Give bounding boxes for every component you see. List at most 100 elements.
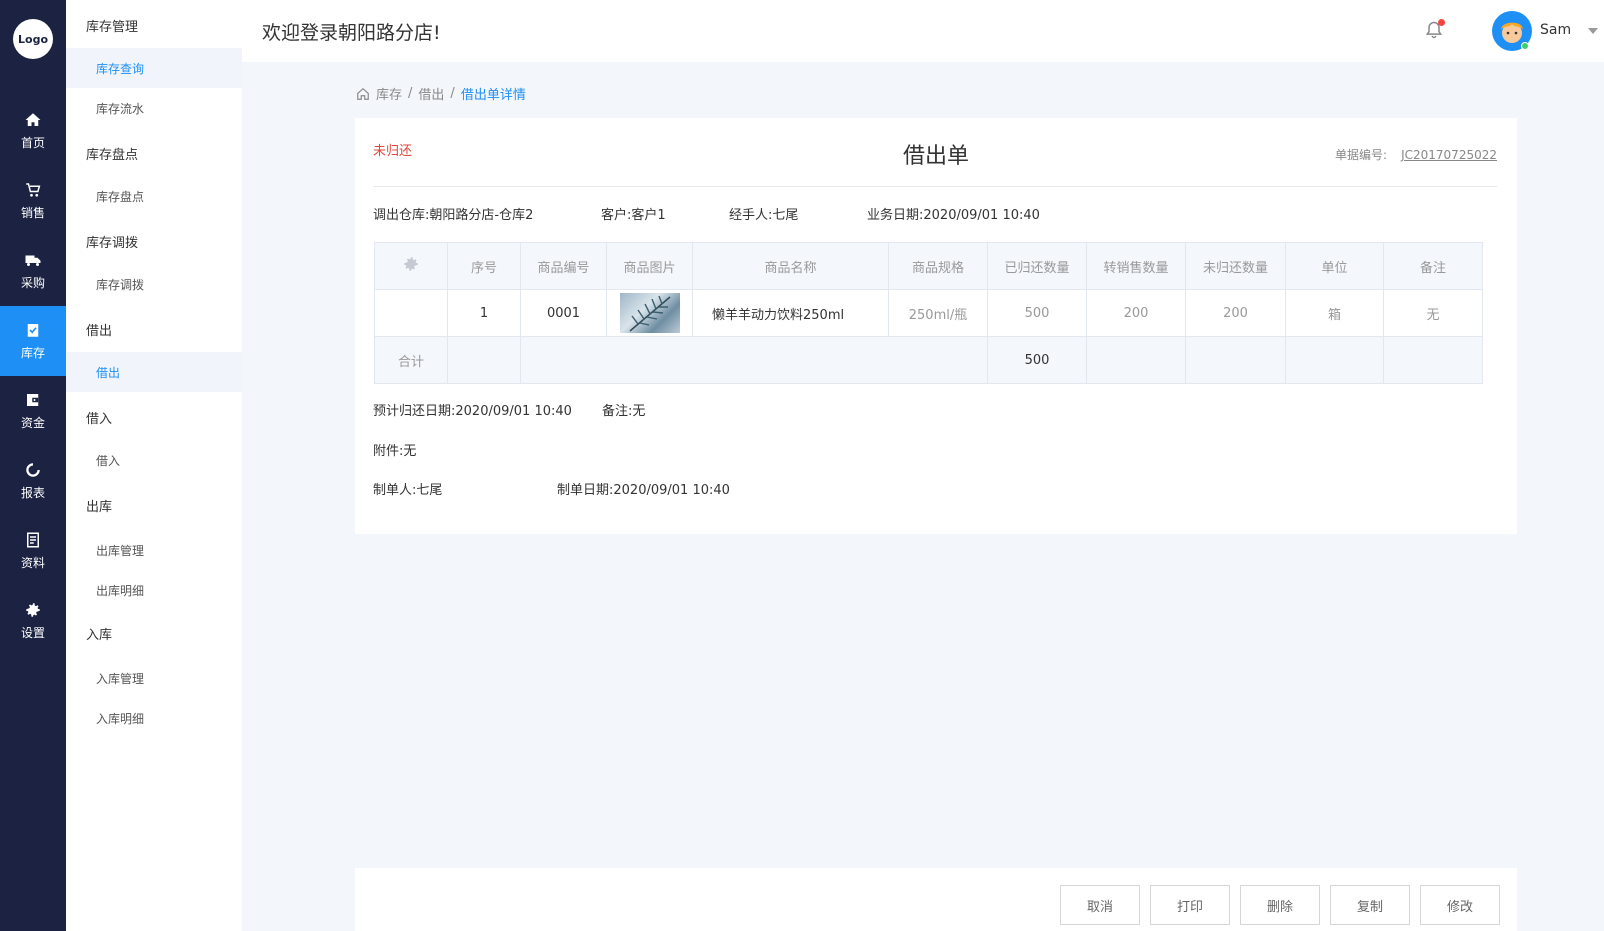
nav-label: 首页 bbox=[20, 136, 45, 150]
user-name[interactable]: Sam bbox=[1540, 22, 1571, 38]
cell-unreturned: 200 bbox=[1185, 289, 1286, 337]
nav-item-home[interactable]: 首页 bbox=[0, 96, 66, 166]
wallet-icon bbox=[27, 394, 39, 406]
column-header: 商品名称 bbox=[692, 242, 889, 290]
welcome-title: 欢迎登录朝阳路分店! bbox=[262, 22, 441, 44]
nav-item-purchase[interactable]: 采购 bbox=[0, 236, 66, 306]
breadcrumb-separator: / bbox=[450, 86, 455, 101]
top-bar: 欢迎登录朝阳路分店! Sam bbox=[242, 0, 1604, 62]
creator-field: 制单人:七尾 bbox=[373, 483, 443, 498]
column-header: 未归还数量 bbox=[1185, 242, 1286, 290]
nav-item-sales[interactable]: 销售 bbox=[0, 166, 66, 236]
table-header-row: 序号 商品编号 商品图片 商品名称 商品规格 已归还数量 转销售数量 未归还数量… bbox=[374, 242, 1483, 290]
breadcrumb: 库存 / 借出 / 借出单详情 bbox=[356, 84, 526, 103]
nav-item-inventory[interactable]: 库存 bbox=[0, 306, 66, 376]
cell-name: 懒羊羊动力饮料250ml bbox=[692, 289, 889, 337]
nav-label: 资金 bbox=[20, 416, 45, 430]
column-header: 商品编号 bbox=[520, 242, 607, 290]
action-bar: 取消 打印 删除 复制 修改 bbox=[355, 868, 1517, 931]
column-header: 转销售数量 bbox=[1086, 242, 1186, 290]
total-empty-cell bbox=[1185, 336, 1286, 384]
chart-ring-icon bbox=[26, 463, 40, 477]
nav-item-reports[interactable]: 报表 bbox=[0, 446, 66, 516]
submenu-item-inbound-manage[interactable]: 入库管理 bbox=[66, 658, 242, 698]
nav-label: 设置 bbox=[20, 626, 45, 640]
handler-field: 经手人:七尾 bbox=[729, 208, 799, 223]
submenu-group-title: 借出 bbox=[86, 324, 113, 339]
total-returned: 500 bbox=[987, 336, 1087, 384]
submenu-group-title: 借入 bbox=[86, 412, 113, 427]
nav-label: 库存 bbox=[20, 346, 45, 360]
expected-return-date: 预计归还日期:2020/09/01 10:40 bbox=[373, 404, 572, 419]
clipboard-check-icon bbox=[27, 324, 39, 337]
fern-leaf-image bbox=[629, 295, 670, 332]
home-outline-icon[interactable] bbox=[356, 87, 370, 101]
gear-icon bbox=[26, 603, 40, 617]
table-row: 1 0001 懒羊羊动力饮料250ml 250ml/瓶 500 200 200 … bbox=[374, 289, 1483, 337]
cancel-button[interactable]: 取消 bbox=[1060, 885, 1140, 925]
cell-to-sale: 200 bbox=[1086, 289, 1186, 337]
document-number-label: 单据编号: bbox=[1335, 148, 1388, 162]
submenu-item-borrow-in[interactable]: 借入 bbox=[66, 440, 242, 480]
print-button[interactable]: 打印 bbox=[1150, 885, 1230, 925]
gear-icon[interactable] bbox=[402, 255, 420, 273]
cell-index: 1 bbox=[447, 289, 521, 337]
column-header: 已归还数量 bbox=[987, 242, 1087, 290]
submenu-group-title: 入库 bbox=[86, 628, 113, 643]
nav-item-data[interactable]: 资料 bbox=[0, 516, 66, 586]
breadcrumb-item[interactable]: 借出 bbox=[418, 84, 444, 103]
document-number: 单据编号: JC20170725022 bbox=[1335, 146, 1497, 163]
breadcrumb-item[interactable]: 库存 bbox=[376, 84, 402, 103]
column-header: 序号 bbox=[447, 242, 521, 290]
warehouse-field: 调出仓库:朝阳路分店-仓库2 bbox=[373, 208, 534, 223]
copy-button[interactable]: 复制 bbox=[1330, 885, 1410, 925]
column-header: 商品图片 bbox=[606, 242, 693, 290]
submenu-item-outbound-detail[interactable]: 出库明细 bbox=[66, 570, 242, 610]
online-status-dot bbox=[1521, 42, 1529, 50]
total-label: 合计 bbox=[374, 336, 448, 384]
cart-icon bbox=[26, 183, 41, 197]
delete-button[interactable]: 删除 bbox=[1240, 885, 1320, 925]
table-total-row: 合计 500 bbox=[374, 336, 1483, 384]
remark-field: 备注:无 bbox=[602, 404, 646, 419]
divider bbox=[373, 186, 1497, 187]
submenu-item-transfer[interactable]: 库存调拨 bbox=[66, 264, 242, 304]
nav-label: 报表 bbox=[20, 486, 45, 500]
items-table: 序号 商品编号 商品图片 商品名称 商品规格 已归还数量 转销售数量 未归还数量… bbox=[374, 242, 1483, 384]
submenu-item-stock-flow[interactable]: 库存流水 bbox=[66, 88, 242, 128]
nav-item-settings[interactable]: 设置 bbox=[0, 586, 66, 656]
sub-menu: 库存管理 库存查询 库存流水 库存盘点 库存盘点 库存调拨 库存调拨 借出 借出… bbox=[66, 0, 242, 931]
submenu-group-title: 库存盘点 bbox=[86, 148, 139, 163]
loan-document-card: 未归还 借出单 单据编号: JC20170725022 调出仓库:朝阳路分店-仓库… bbox=[355, 118, 1517, 534]
document-icon bbox=[27, 532, 39, 548]
column-settings-cell[interactable] bbox=[374, 242, 448, 290]
submenu-item-stocktake[interactable]: 库存盘点 bbox=[66, 176, 242, 216]
breadcrumb-separator: / bbox=[408, 86, 413, 101]
total-empty-cell bbox=[1383, 336, 1483, 384]
column-header: 商品规格 bbox=[888, 242, 988, 290]
submenu-group-title: 库存管理 bbox=[86, 20, 139, 35]
chevron-down-icon[interactable] bbox=[1588, 28, 1598, 34]
created-date-field: 制单日期:2020/09/01 10:40 bbox=[557, 483, 730, 498]
cell-remark: 无 bbox=[1383, 289, 1483, 337]
submenu-item-outbound-manage[interactable]: 出库管理 bbox=[66, 530, 242, 570]
nav-label: 销售 bbox=[20, 206, 45, 220]
cell-image bbox=[606, 289, 693, 337]
nav-label: 采购 bbox=[20, 276, 45, 290]
document-number-value[interactable]: JC20170725022 bbox=[1401, 148, 1497, 162]
customer-field: 客户:客户1 bbox=[601, 208, 666, 223]
breadcrumb-current: 借出单详情 bbox=[460, 88, 526, 103]
submenu-item-lend-out[interactable]: 借出 bbox=[66, 352, 242, 392]
total-empty-cell bbox=[1285, 336, 1384, 384]
business-date-field: 业务日期:2020/09/01 10:40 bbox=[867, 208, 1040, 223]
total-empty-cell bbox=[520, 336, 988, 384]
cell-returned: 500 bbox=[987, 289, 1087, 337]
nav-item-funds[interactable]: 资金 bbox=[0, 376, 66, 446]
submenu-group-title: 库存调拨 bbox=[86, 236, 139, 251]
submenu-item-stock-query[interactable]: 库存查询 bbox=[66, 48, 242, 88]
edit-button[interactable]: 修改 bbox=[1420, 885, 1500, 925]
submenu-item-inbound-detail[interactable]: 入库明细 bbox=[66, 698, 242, 738]
column-header: 备注 bbox=[1383, 242, 1483, 290]
logo: Logo bbox=[13, 19, 53, 59]
product-thumbnail[interactable] bbox=[619, 293, 680, 333]
